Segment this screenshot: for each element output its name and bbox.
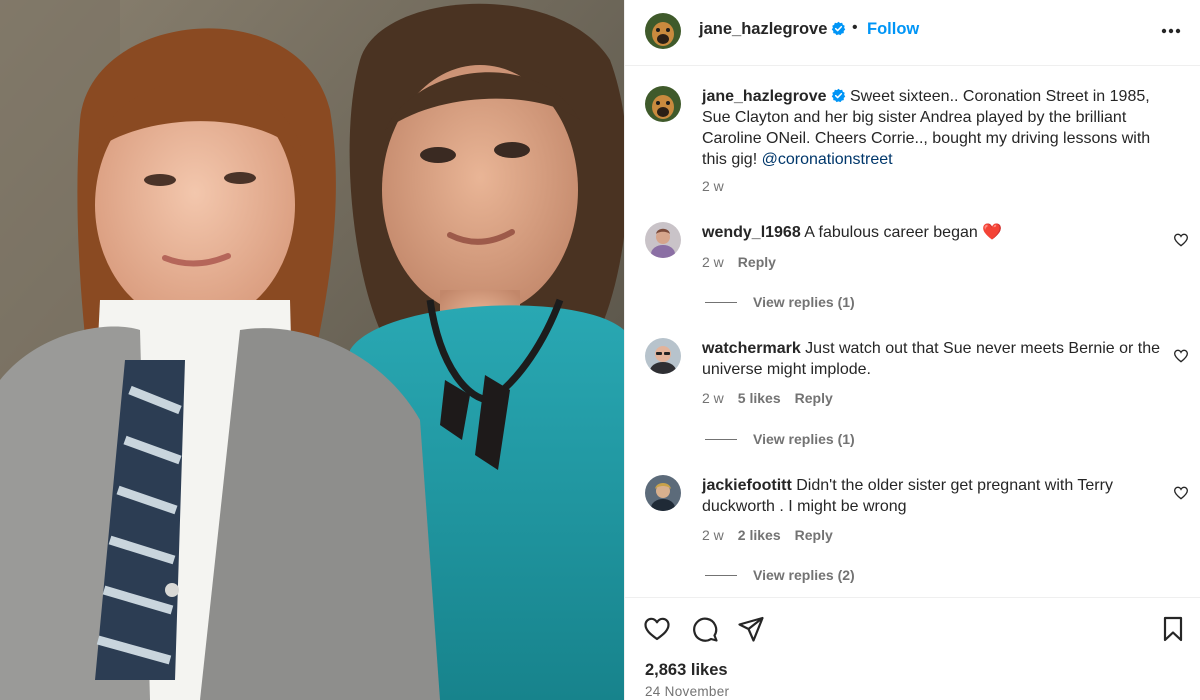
view-replies-button[interactable]: View replies (1) <box>705 294 855 310</box>
reply-button[interactable]: Reply <box>795 390 833 406</box>
view-replies-label[interactable]: View replies (1) <box>753 431 855 447</box>
replies-divider-line <box>705 301 737 303</box>
post-photo[interactable] <box>0 0 624 700</box>
author-username[interactable]: jane_hazlegrove <box>699 20 846 39</box>
more-horizontal-icon[interactable] <box>1157 18 1185 44</box>
comment-avatar[interactable] <box>645 222 681 258</box>
post-actions: 2,863 likes 24 November <box>625 597 1200 700</box>
caption-text: jane_hazlegrove Sweet sixteen.. Coronati… <box>702 86 1162 170</box>
share-icon[interactable] <box>737 615 765 643</box>
view-replies-button[interactable]: View replies (1) <box>705 431 855 447</box>
comment-likes-count[interactable]: 2 likes <box>738 527 781 543</box>
comment-body: A fabulous career began <box>804 224 978 241</box>
heart-emoji: ❤️ <box>982 224 1003 241</box>
verified-badge-icon <box>832 21 846 36</box>
verified-badge-icon <box>831 88 845 103</box>
comment-time: 2 w <box>702 254 724 270</box>
author-avatar[interactable] <box>645 13 681 49</box>
comment-like-heart-icon[interactable] <box>1173 232 1189 248</box>
comment-like-heart-icon[interactable] <box>1173 348 1189 364</box>
replies-divider-line <box>705 574 737 576</box>
comment-avatar[interactable] <box>645 475 681 511</box>
comment-text: jackiefootitt Didn't the older sister ge… <box>702 475 1162 517</box>
photo-illustration <box>0 0 624 700</box>
heart-icon[interactable] <box>643 615 671 643</box>
caption-meta: 2 w <box>702 178 724 194</box>
bookmark-icon[interactable] <box>1159 615 1187 643</box>
comments-section[interactable]: jane_hazlegrove Sweet sixteen.. Coronati… <box>625 67 1200 597</box>
post-header: jane_hazlegrove • Follow <box>625 0 1200 66</box>
comment-meta: 2 w 5 likes Reply <box>702 390 833 406</box>
post-sidebar: jane_hazlegrove • Follow jane_hazlegrove… <box>624 0 1200 700</box>
author-username-text[interactable]: jane_hazlegrove <box>699 20 827 38</box>
comment-username[interactable]: wendy_l1968 <box>702 224 801 241</box>
follow-button[interactable]: Follow <box>867 20 919 39</box>
header-separator: • <box>852 19 858 36</box>
comment-like-heart-icon[interactable] <box>1173 485 1189 501</box>
reply-button[interactable]: Reply <box>738 254 776 270</box>
comment-meta: 2 w 2 likes Reply <box>702 527 833 543</box>
comment-text: wendy_l1968 A fabulous career began ❤️ <box>702 222 1162 243</box>
instagram-post: jane_hazlegrove • Follow jane_hazlegrove… <box>0 0 1200 700</box>
comment-meta: 2 w Reply <box>702 254 776 270</box>
post-date: 24 November <box>645 684 730 699</box>
reply-button[interactable]: Reply <box>795 527 833 543</box>
comment-username[interactable]: watchermark <box>702 340 801 357</box>
view-replies-button[interactable]: View replies (2) <box>705 567 855 583</box>
comment-avatar[interactable] <box>645 338 681 374</box>
comment-text: watchermark Just watch out that Sue neve… <box>702 338 1162 380</box>
comment-likes-count[interactable]: 5 likes <box>738 390 781 406</box>
comment-time: 2 w <box>702 527 724 543</box>
comment-username[interactable]: jackiefootitt <box>702 477 792 494</box>
likes-count[interactable]: 2,863 likes <box>645 661 728 680</box>
caption-mention-link[interactable]: @coronationstreet <box>762 151 893 168</box>
comment-icon[interactable] <box>691 615 719 643</box>
view-replies-label[interactable]: View replies (1) <box>753 294 855 310</box>
view-replies-label[interactable]: View replies (2) <box>753 567 855 583</box>
comment-time: 2 w <box>702 390 724 406</box>
caption-time: 2 w <box>702 178 724 194</box>
replies-divider-line <box>705 438 737 440</box>
caption-username[interactable]: jane_hazlegrove <box>702 88 827 105</box>
caption-avatar[interactable] <box>645 86 681 122</box>
